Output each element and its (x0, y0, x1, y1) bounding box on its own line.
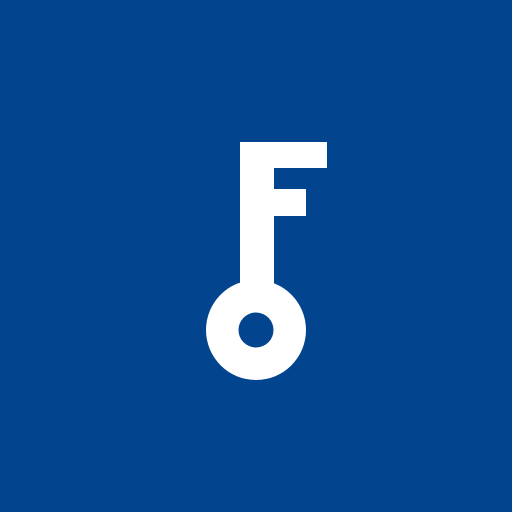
key-logo-icon (206, 142, 327, 380)
key-bit-shape (240, 142, 327, 290)
key-bow-hole (238, 312, 274, 348)
app-icon-tile (0, 0, 512, 512)
